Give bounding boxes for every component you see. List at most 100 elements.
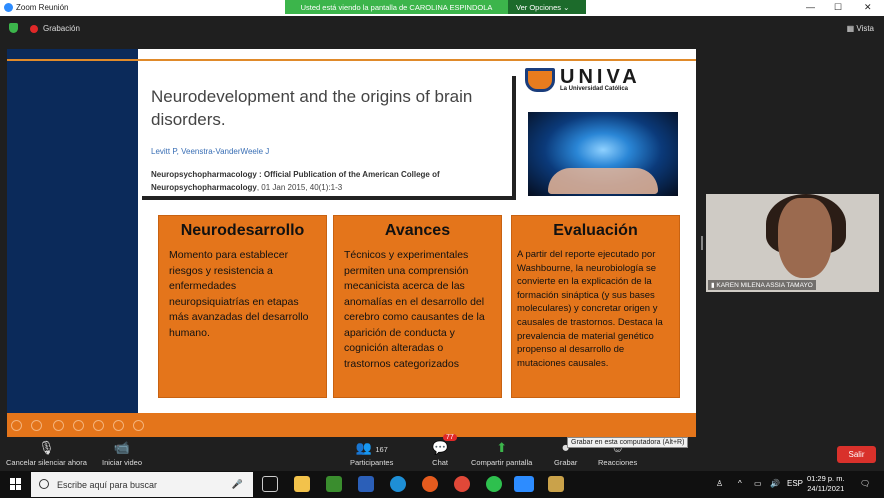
maximize-button[interactable]: ☐ <box>834 2 842 13</box>
chevron-down-icon: ⌄ <box>563 3 570 12</box>
zoom-icon[interactable] <box>93 420 104 431</box>
grid-icon: ▦ <box>846 24 857 33</box>
slide-control-bar <box>7 413 696 437</box>
univa-logo: UNIVA La Universidad Católica <box>525 66 675 93</box>
chat-icon: 💬 <box>432 440 449 455</box>
participants-button[interactable]: 👥 167 Participantes <box>350 440 393 467</box>
mute-button[interactable]: 🎙 Cancelar silenciar ahora <box>6 440 87 467</box>
clock-date: 24/11/2021 <box>807 484 845 493</box>
zoom-icon <box>4 3 13 12</box>
notifications-icon[interactable]: 🗨 <box>860 479 870 488</box>
viewing-banner: Usted está viendo la pantalla de CAROLIN… <box>285 0 586 14</box>
start-video-button[interactable]: 📹 Iniciar video <box>102 440 142 467</box>
video-off-icon: 📹 <box>113 440 131 455</box>
shield-icon[interactable] <box>9 23 18 33</box>
card-body: Momento para establecer riesgos y resist… <box>169 249 309 339</box>
firefox-icon[interactable] <box>422 476 438 492</box>
view-label: Vista <box>856 24 874 33</box>
whatsapp-icon[interactable] <box>486 476 502 492</box>
microphone-icon[interactable]: 🎤 <box>232 479 243 490</box>
more-icon[interactable] <box>133 420 144 431</box>
view-button[interactable]: ▦ Vista <box>847 24 874 33</box>
people-icon[interactable]: ♙ <box>716 479 723 488</box>
video-label: Iniciar video <box>102 458 143 467</box>
file-explorer-icon[interactable] <box>294 476 310 492</box>
splitter-handle[interactable] <box>701 236 703 250</box>
clock-time: 01:29 p. m. <box>807 474 845 483</box>
taskbar-search[interactable]: Escribe aquí para buscar 🎤 <box>31 472 253 497</box>
participant-name: ▮ KAREN MILENA ASSIA TAMAYO <box>708 280 816 290</box>
card-title: Avances <box>384 222 451 239</box>
paper-title: Neurodevelopment and the origins of brai… <box>151 87 473 129</box>
zoom-taskbar-icon[interactable] <box>514 476 534 492</box>
card-title: Evaluación <box>553 222 638 239</box>
shared-screen: Neurodevelopment and the origins of brai… <box>7 49 696 437</box>
participant-face <box>778 198 832 278</box>
paper-reference: Neurodevelopment and the origins of brai… <box>142 76 516 200</box>
slide-side-panel <box>7 49 138 413</box>
view-options-button[interactable]: Ver Opciones ⌄ <box>508 0 586 14</box>
language-indicator[interactable]: ESP <box>787 479 803 488</box>
card-neurodesarrollo: Neurodesarrollo Momento para establecer … <box>158 215 327 398</box>
volume-icon[interactable]: 🔊 <box>770 479 780 488</box>
search-placeholder: Escribe aquí para buscar <box>57 480 158 490</box>
windows-taskbar: Escribe aquí para buscar 🎤 ♙ ^ ▭ 🔊 ESP 0… <box>0 471 884 498</box>
participants-label: Participantes <box>350 458 394 467</box>
prev-slide-icon[interactable] <box>11 420 22 431</box>
paper-journal: Neuropsychopharmacology : Official Publi… <box>151 168 501 194</box>
journal-date: , 01 Jan 2015, 40(1):1-3 <box>256 183 343 192</box>
minimize-button[interactable]: — <box>806 2 815 12</box>
card-avances: Avances Técnicos y experimentales permit… <box>333 215 502 398</box>
chat-label: Chat <box>432 458 449 467</box>
share-label: Compartir pantalla <box>471 458 533 467</box>
slides-grid-icon[interactable] <box>73 420 84 431</box>
task-view-icon[interactable] <box>262 476 278 492</box>
word-icon[interactable] <box>358 476 374 492</box>
reactions-label: Reacciones <box>598 458 638 467</box>
card-evaluacion: Evaluación A partir del reporte ejecutad… <box>511 215 680 398</box>
mute-label: Cancelar silenciar ahora <box>6 458 87 467</box>
hands-shape <box>548 168 658 194</box>
card-body: A partir del reporte ejecutado por Washb… <box>517 249 663 369</box>
tray-chevron-icon[interactable]: ^ <box>738 479 742 488</box>
search-icon <box>39 479 49 489</box>
app-icon[interactable] <box>326 476 342 492</box>
edge-icon[interactable] <box>390 476 406 492</box>
share-arrow-icon: ⬆ <box>496 440 508 455</box>
brain-image <box>528 112 678 196</box>
microphone-off-icon: 🎙 <box>38 440 55 455</box>
leave-button[interactable]: Salir <box>837 446 876 463</box>
participant-video[interactable]: ▮ KAREN MILENA ASSIA TAMAYO <box>706 194 879 292</box>
close-button[interactable]: ✕ <box>864 2 872 13</box>
record-label: Grabar <box>554 458 578 467</box>
viewing-message: Usted está viendo la pantalla de CAROLIN… <box>285 0 508 14</box>
card-title: Neurodesarrollo <box>180 222 305 239</box>
share-screen-button[interactable]: ⬆ Compartir pantalla <box>471 440 532 467</box>
taskbar-clock[interactable]: 01:29 p. m. 24/11/2021 <box>807 474 845 494</box>
window-title: Zoom Reunión <box>16 3 69 12</box>
chrome-icon[interactable] <box>454 476 470 492</box>
meeting-toolbar: 🎙 Cancelar silenciar ahora 📹 Iniciar vid… <box>0 434 884 471</box>
recording-indicator[interactable]: Grabación <box>30 24 80 33</box>
view-options-label: Ver Opciones <box>516 3 562 12</box>
recording-label: Grabación <box>43 24 80 33</box>
meeting-topbar: Grabación ▦ Vista <box>0 16 884 40</box>
chat-button[interactable]: 💬 Chat <box>432 440 448 467</box>
participants-icon: 👥 167 <box>355 440 388 455</box>
participant-name-label: KAREN MILENA ASSIA TAMAYO <box>716 282 813 289</box>
app-title: Zoom Reunión <box>4 3 68 12</box>
univa-shield-icon <box>525 68 555 92</box>
record-tooltip: Grabar en esta computadora (Alt+R) <box>567 437 689 448</box>
monitor-icon[interactable]: ▭ <box>754 479 762 488</box>
card-body: Técnicos y experimentales permiten una c… <box>344 249 485 370</box>
record-dot-icon <box>30 24 38 33</box>
paper-authors: Levitt P, Veenstra-VanderWeele J <box>151 147 270 156</box>
window-titlebar: Zoom Reunión Usted está viendo la pantal… <box>0 0 884 16</box>
logo-subtitle: La Universidad Católica <box>560 86 629 92</box>
subtitles-icon[interactable] <box>113 420 124 431</box>
paint-icon[interactable] <box>548 476 564 492</box>
pen-icon[interactable] <box>53 420 64 431</box>
participants-count: 167 <box>375 445 388 454</box>
pointer-icon[interactable] <box>31 420 42 431</box>
windows-start-icon[interactable] <box>10 478 22 490</box>
